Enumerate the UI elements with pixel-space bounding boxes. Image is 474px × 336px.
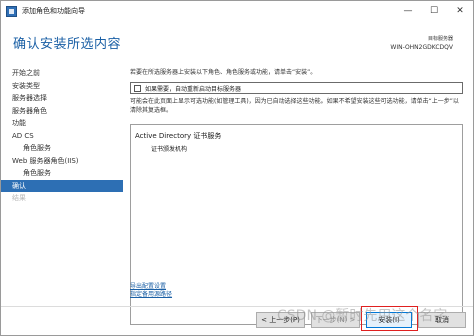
nav-step-before-you-begin[interactable]: 开始之前 — [1, 67, 123, 80]
alternate-source-link[interactable]: 指定备用源路径 — [130, 291, 172, 299]
destination-server: 目标服务器 WIN-OHN2GDKCDQV — [390, 35, 453, 51]
nav-step-web-server-role[interactable]: Web 服务器角色(IIS) — [1, 155, 123, 168]
nav-step-ad-cs[interactable]: AD CS — [1, 130, 123, 143]
optional-features-note: 可能会在此页面上显示可选功能(如管理工具)，因为已自动选择这些功能。如果不希望安… — [130, 98, 459, 114]
feature-ad-cs: Active Directory 证书服务 — [135, 132, 222, 140]
restart-checkbox[interactable] — [134, 84, 141, 92]
maximize-button[interactable]: ☐ — [421, 1, 447, 21]
minimize-button[interactable]: — — [395, 1, 421, 21]
wizard-steps-nav: 开始之前 安装类型 服务器选择 服务器角色 功能 AD CS 角色服务 Web … — [1, 67, 123, 205]
csdn-watermark: CSDN @暂时先用这个名字 — [277, 308, 448, 324]
nav-step-ad-cs-role-services[interactable]: 角色服务 — [1, 142, 123, 155]
selected-features-list[interactable]: Active Directory 证书服务 证书颁发机构 — [130, 124, 463, 325]
page-title: 确认安装所选内容 — [13, 37, 122, 52]
confirmation-panel: 若要在所选服务器上安装以下角色、角色服务或功能，请单击“安装”。 如果需要，自动… — [130, 67, 463, 325]
close-button[interactable]: ✕ — [447, 1, 473, 21]
nav-step-confirmation[interactable]: 确认 — [1, 179, 123, 192]
intro-text: 若要在所选服务器上安装以下角色、角色服务或功能，请单击“安装”。 — [130, 69, 317, 76]
links-area: 导出配置设置 指定备用源路径 — [130, 283, 172, 299]
export-settings-link[interactable]: 导出配置设置 — [130, 283, 172, 291]
feature-certification-authority: 证书颁发机构 — [151, 146, 188, 153]
title-bar: 添加角色和功能向导 — ☐ ✕ — [1, 1, 473, 21]
window-controls: — ☐ ✕ — [395, 1, 473, 21]
window-title: 添加角色和功能向导 — [22, 7, 85, 15]
nav-step-server-roles[interactable]: 服务器角色 — [1, 105, 123, 118]
nav-step-installation-type[interactable]: 安装类型 — [1, 80, 123, 93]
nav-step-iis-role-services[interactable]: 角色服务 — [1, 167, 123, 180]
nav-step-results: 结果 — [12, 194, 26, 202]
server-manager-icon — [6, 5, 17, 17]
restart-option[interactable]: 如果需要，自动重新启动目标服务器 — [130, 82, 463, 94]
restart-checkbox-label[interactable]: 如果需要，自动重新启动目标服务器 — [145, 84, 241, 93]
nav-step-server-selection[interactable]: 服务器选择 — [1, 92, 123, 105]
destination-server-name: WIN-OHN2GDKCDQV — [390, 44, 453, 51]
nav-step-features[interactable]: 功能 — [1, 117, 123, 130]
destination-server-caption: 目标服务器 — [427, 36, 453, 42]
wizard-window: 添加角色和功能向导 — ☐ ✕ 确认安装所选内容 目标服务器 WIN-OHN2G… — [0, 0, 474, 336]
